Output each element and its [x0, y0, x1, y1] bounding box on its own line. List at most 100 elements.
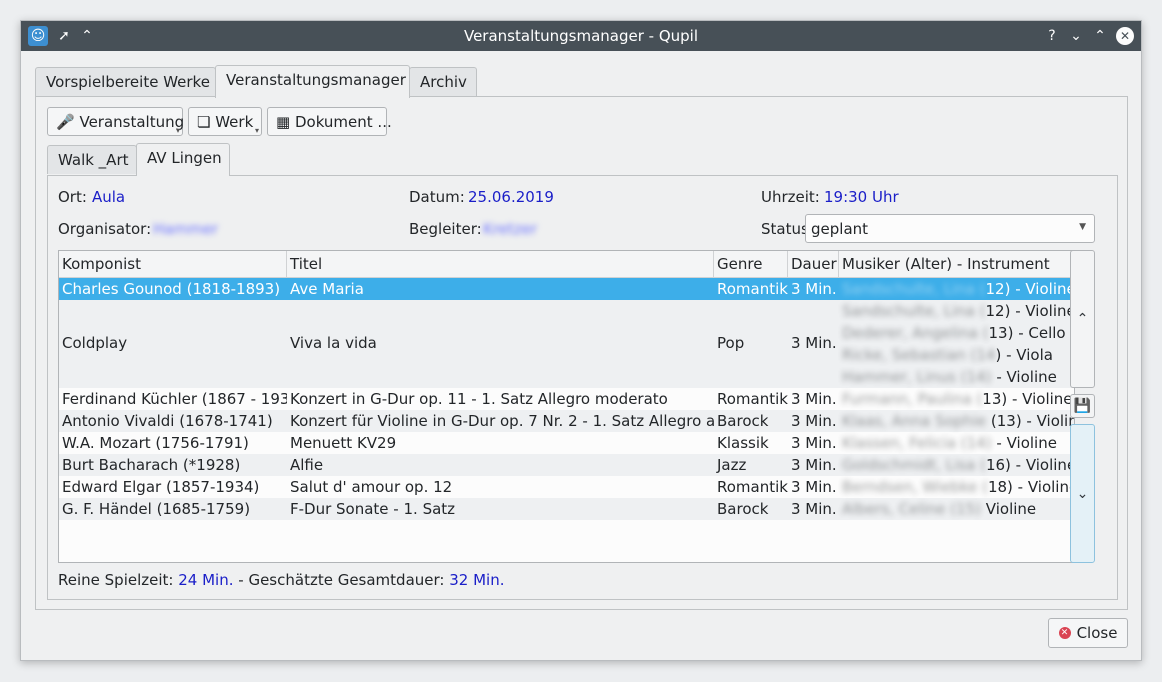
close-button[interactable]: ✕ Close [1048, 618, 1128, 648]
document-icon: ▦ [276, 113, 291, 131]
table-row[interactable]: W.A. Mozart (1756-1791) Menuett KV29 Kla… [59, 432, 1074, 454]
veranstaltung-button-label: Veranstaltung [79, 113, 185, 131]
musiker-alter-instrument: Violine [981, 500, 1037, 518]
minimize-icon[interactable]: ⌄ [1066, 26, 1086, 46]
cell-titel: Salut d' amour op. 12 [290, 478, 453, 496]
tab-veranstaltungsmanager[interactable]: Veranstaltungsmanager [215, 65, 410, 98]
begleiter-value: Kretzer [483, 220, 538, 238]
dokument-button[interactable]: ▦ Dokument ... [267, 107, 392, 136]
window-title: Veranstaltungsmanager - Qupil [463, 27, 699, 45]
ort-value: Aula [92, 188, 126, 206]
musiker-name: Ricke, Sebastian (14 [842, 346, 996, 364]
table-row[interactable]: Charles Gounod (1818-1893) Ave Maria Rom… [59, 278, 1074, 300]
organisator-label: Organisator: [58, 220, 152, 238]
help-icon[interactable]: ? [1042, 26, 1062, 46]
tab-av-lingen[interactable]: AV Lingen [136, 143, 230, 176]
uhrzeit-label: Uhrzeit: [761, 188, 820, 206]
cell-musiker: Sandschulte, Lina (12) - Violine [839, 280, 1075, 298]
microphone-icon: 🎤 [56, 113, 75, 131]
musiker-alter-instrument: ) - Viola [995, 346, 1053, 364]
save-order-button[interactable]: 💾 [1070, 394, 1095, 418]
table-row[interactable]: Coldplay Viva la vida Pop 3 Min. Sandsch… [59, 300, 1074, 388]
musiker-name: Klassen, Felicia (14) [842, 434, 992, 452]
musiker-alter-instrument: 18) - Violine [987, 478, 1075, 496]
status-select-value: geplant [811, 220, 869, 238]
musiker-name: Sandschulte, Lina ( [842, 280, 986, 298]
move-down-button[interactable]: ⌄ [1070, 424, 1095, 563]
musiker-alter-instrument: (13) - Violine [990, 412, 1074, 430]
app-window: ☺ ➚ ⌃ Veranstaltungsmanager - Qupil ? ⌄ … [20, 20, 1142, 661]
cell-dauer: 3 Min. [791, 478, 837, 496]
musiker-name: Berndsen, Wiebke ( [842, 478, 988, 496]
begleiter-label: Begleiter: [409, 220, 482, 238]
cell-titel: Viva la vida [290, 334, 377, 352]
dokument-button-label: Dokument ... [294, 113, 392, 131]
status-select[interactable]: geplant ▼ [805, 214, 1095, 243]
cell-genre: Jazz [717, 456, 747, 474]
cell-genre: Romantik [717, 280, 788, 298]
organisator-value: Hammer [153, 220, 219, 238]
table-row[interactable]: Antonio Vivaldi (1678-1741) Konzert für … [59, 410, 1074, 432]
cell-titel: Konzert in G-Dur op. 11 - 1. Satz Allegr… [290, 390, 668, 408]
datum-value: 25.06.2019 [468, 188, 554, 206]
chevron-down-icon: ▼ [1079, 222, 1086, 232]
close-window-icon[interactable]: ✕ [1116, 27, 1134, 45]
musiker-name: Dederer, Angelina ( [842, 324, 989, 342]
table-row[interactable]: Edward Elgar (1857-1934) Salut d' amour … [59, 476, 1074, 498]
reine-spielzeit-label: Reine Spielzeit: [58, 571, 174, 589]
musiker-alter-instrument: 12) - Violine [985, 280, 1075, 298]
gesamtdauer-label: Geschätzte Gesamtdauer: [248, 571, 445, 589]
musiker-name: Klaas, Anna Sophie [842, 412, 991, 430]
cell-komponist: Coldplay [62, 334, 128, 352]
uhrzeit-value: 19:30 Uhr [824, 188, 899, 206]
header-dauer[interactable]: Dauer [788, 251, 839, 277]
tab-archiv[interactable]: Archiv [409, 67, 477, 96]
table-row[interactable]: Burt Bacharach (*1928) Alfie Jazz 3 Min.… [59, 454, 1074, 476]
cell-titel: Alfie [290, 456, 324, 474]
musiker-name: Goldschmidt, Lisa ( [842, 456, 986, 474]
table-row[interactable]: Ferdinand Küchler (1867 - 1937) Konzert … [59, 388, 1074, 410]
werk-button[interactable]: ❏ Werk ▾ [188, 107, 262, 136]
ort-label: Ort: [58, 188, 87, 206]
table-header: Komponist Titel Genre Dauer Musiker (Alt… [59, 251, 1074, 278]
cell-genre: Klassik [717, 434, 769, 452]
summary-separator: - [233, 571, 249, 589]
cell-musiker: Hammer, Linus (14) - Violine [839, 368, 1060, 386]
cell-komponist: Ferdinand Küchler (1867 - 1937) [62, 390, 287, 408]
cell-musiker: Berndsen, Wiebke (18) - Violine [839, 478, 1075, 496]
cell-genre: Barock [717, 500, 769, 518]
cell-dauer: 3 Min. [791, 280, 837, 298]
header-titel[interactable]: Titel [287, 251, 714, 277]
move-up-button[interactable]: ⌃ [1070, 250, 1095, 388]
cell-musiker: Albers, Celine (15) Violine [839, 500, 1039, 518]
maximize-icon[interactable]: ⌃ [1090, 26, 1110, 46]
cell-titel: F-Dur Sonate - 1. Satz [290, 500, 456, 518]
werk-button-label: Werk [215, 113, 254, 131]
veranstaltung-button[interactable]: 🎤 Veranstaltung ▾ [47, 107, 185, 136]
header-musiker[interactable]: Musiker (Alter) - Instrument [839, 251, 1074, 277]
cell-genre: Pop [717, 334, 745, 352]
chevron-down-icon: ⌄ [1076, 485, 1089, 502]
cell-komponist: Antonio Vivaldi (1678-1741) [62, 412, 273, 430]
save-icon: 💾 [1073, 398, 1092, 414]
header-komponist[interactable]: Komponist [59, 251, 287, 277]
works-table[interactable]: Komponist Titel Genre Dauer Musiker (Alt… [58, 250, 1075, 563]
cell-musiker: Sandschulte, Lina (12) - Violine [839, 302, 1074, 320]
musiker-alter-instrument: 13) - Cello [988, 324, 1066, 342]
chevron-up-icon: ⌃ [1076, 311, 1089, 327]
musiker-alter-instrument: 13) - Violine [982, 390, 1073, 408]
tab-walk-art[interactable]: Walk _Art [47, 145, 137, 174]
cell-komponist: G. F. Händel (1685-1759) [62, 500, 251, 518]
cell-dauer: 3 Min. [791, 456, 837, 474]
musiker-name: Albers, Celine (15) [842, 500, 982, 518]
cell-dauer: 3 Min. [791, 434, 837, 452]
cell-dauer: 3 Min. [791, 390, 837, 408]
titlebar: ☺ ➚ ⌃ Veranstaltungsmanager - Qupil ? ⌄ … [21, 21, 1141, 51]
musiker-name: Hammer, Linus (14) [842, 368, 992, 386]
tab-vorspielbereite-werke[interactable]: Vorspielbereite Werke [35, 67, 216, 96]
musiker-name: Furmann, Paulina ( [842, 390, 983, 408]
dropdown-arrow-icon: ▾ [254, 126, 259, 135]
cell-musiker: Goldschmidt, Lisa (16) - Violine [839, 456, 1074, 474]
table-row[interactable]: G. F. Händel (1685-1759) F-Dur Sonate - … [59, 498, 1074, 520]
header-genre[interactable]: Genre [714, 251, 788, 277]
